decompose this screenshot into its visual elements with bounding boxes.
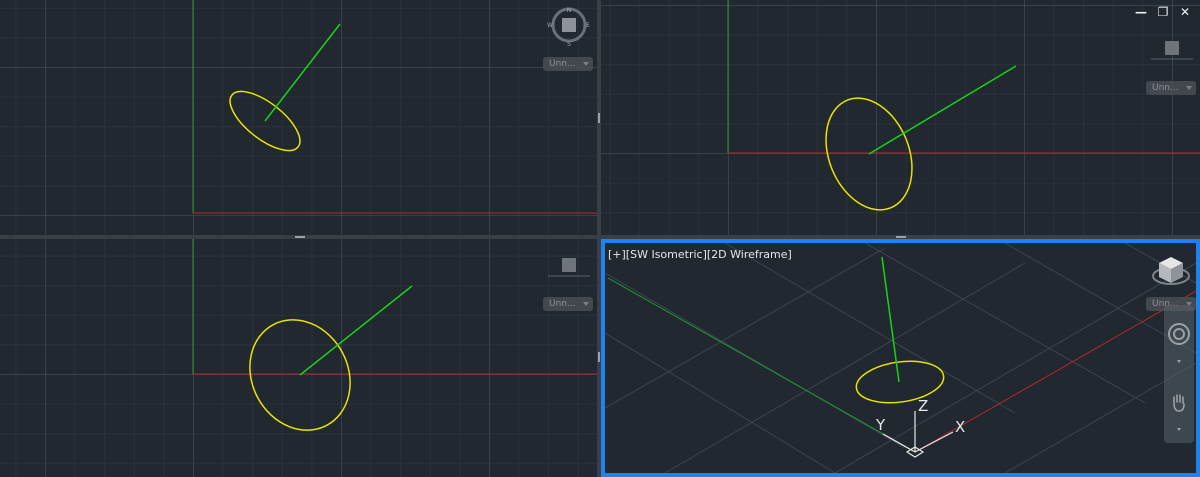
compass-e: E bbox=[586, 22, 590, 29]
vertical-splitter[interactable] bbox=[597, 0, 601, 477]
wcs-menu[interactable]: Unn... bbox=[543, 57, 593, 71]
isometric-grid bbox=[605, 243, 1196, 473]
viewport-top-left[interactable]: N S E W Unn... bbox=[0, 0, 597, 235]
minimize-button[interactable]: — bbox=[1134, 5, 1148, 19]
wcs-menu[interactable]: Unn... bbox=[543, 297, 593, 311]
scene-top-right bbox=[727, 0, 1200, 211]
ucs-x-label: X bbox=[955, 418, 966, 436]
autocad-drawing-area: N S E W Unn... — ❐ ✕ Unn... Unn... [+][S… bbox=[0, 0, 1200, 477]
compass-n: N bbox=[567, 7, 572, 14]
scene-isometric bbox=[605, 243, 1196, 473]
close-button[interactable]: ✕ bbox=[1178, 5, 1192, 19]
ucs-y-label: Y bbox=[876, 416, 886, 434]
steering-wheel-icon[interactable] bbox=[1167, 322, 1191, 346]
viewcube-icon[interactable] bbox=[546, 255, 592, 301]
window-controls: — ❐ ✕ bbox=[1134, 5, 1192, 19]
viewport-top-right[interactable]: — ❐ ✕ Unn... bbox=[601, 0, 1200, 235]
viewcube-icon[interactable] bbox=[1149, 38, 1195, 84]
ucs-icon[interactable] bbox=[882, 411, 954, 458]
wcs-menu[interactable]: Unn... bbox=[1146, 81, 1196, 95]
viewport-controls-label[interactable]: [+][SW Isometric][2D Wireframe] bbox=[608, 248, 792, 261]
compass-w: W bbox=[547, 22, 553, 29]
steering-wheel-menu-icon[interactable] bbox=[1167, 351, 1191, 363]
viewport-bottom-left[interactable]: Unn... bbox=[0, 239, 597, 477]
viewcube-icon[interactable] bbox=[1148, 251, 1194, 297]
line-object[interactable] bbox=[868, 65, 1017, 155]
viewcube-compass-icon[interactable]: N S E W bbox=[546, 4, 592, 50]
navigation-bar bbox=[1164, 305, 1194, 443]
splitter-grip[interactable] bbox=[598, 113, 600, 123]
y-axis-line bbox=[607, 277, 916, 453]
pan-hand-icon[interactable] bbox=[1167, 390, 1191, 414]
scene-top-left bbox=[192, 0, 597, 214]
zoom-icon[interactable] bbox=[1167, 420, 1191, 431]
scene-bottom-left bbox=[192, 239, 597, 431]
restore-button[interactable]: ❐ bbox=[1156, 5, 1170, 19]
ucs-z-label: Z bbox=[918, 397, 929, 415]
splitter-grip[interactable] bbox=[295, 236, 305, 238]
splitter-grip[interactable] bbox=[896, 236, 906, 238]
viewport-bottom-right-active[interactable]: [+][SW Isometric][2D Wireframe] Z X Y Un… bbox=[601, 239, 1200, 477]
line-object[interactable] bbox=[299, 285, 413, 376]
line-object[interactable] bbox=[264, 23, 341, 122]
ellipse-object[interactable] bbox=[854, 356, 947, 408]
splitter-grip[interactable] bbox=[598, 352, 600, 362]
compass-s: S bbox=[567, 41, 571, 48]
